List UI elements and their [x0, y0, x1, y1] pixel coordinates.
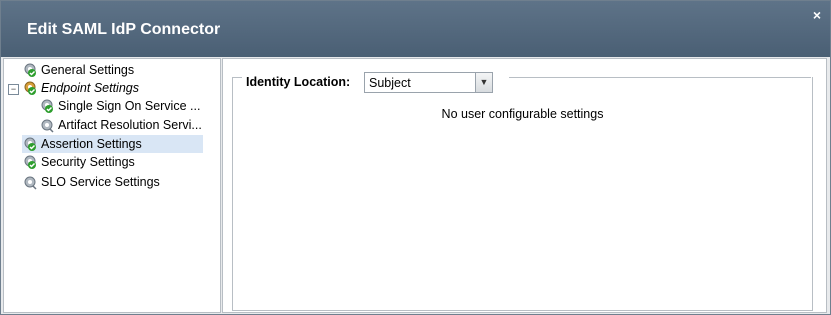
tree-item-label: Assertion Settings	[41, 137, 142, 151]
identity-location-label: Identity Location:	[246, 75, 351, 89]
tree-item-assertion-settings[interactable]: Assertion Settings	[22, 135, 203, 153]
dialog-title: Edit SAML IdP Connector	[27, 21, 221, 38]
tree-item-label: General Settings	[41, 63, 135, 77]
gear-check-icon	[24, 155, 36, 169]
gear-check-icon	[24, 137, 36, 151]
gear-icon	[41, 119, 54, 133]
chevron-down-icon[interactable]: ▼	[475, 73, 492, 92]
tree-item-label: Endpoint Settings	[41, 81, 139, 95]
tree-item-endpoint-settings[interactable]: Endpoint Settings	[22, 79, 139, 97]
gear-icon	[24, 176, 37, 190]
title-bar[interactable]: Edit SAML IdP Connector ×	[1, 1, 830, 57]
tree-item-label: Security Settings	[41, 155, 135, 169]
gear-check-icon	[24, 63, 36, 77]
tree-item-single-sign-on-service[interactable]: Single Sign On Service ...	[39, 97, 200, 115]
tree-item-slo-service-settings[interactable]: SLO Service Settings	[22, 173, 160, 191]
fieldset-top-border-left	[232, 77, 242, 78]
identity-location-value: Subject	[369, 76, 411, 90]
identity-location-select[interactable]: Subject ▼	[364, 72, 493, 93]
tree-item-label: SLO Service Settings	[41, 175, 160, 189]
tree-item-artifact-resolution-service[interactable]: Artifact Resolution Servi...	[39, 116, 202, 134]
gear-check-icon	[41, 99, 53, 113]
no-settings-message: No user configurable settings	[441, 107, 604, 121]
tree-item-label: Single Sign On Service ...	[58, 99, 201, 113]
tree-item-label: Artifact Resolution Servi...	[58, 118, 202, 132]
tree-item-security-settings[interactable]: Security Settings	[22, 153, 135, 171]
collapse-endpoint-settings-toggle[interactable]: −	[8, 84, 19, 95]
gear-check-warning-icon	[24, 81, 36, 95]
fieldset-top-border-right	[509, 77, 811, 78]
close-icon[interactable]: ×	[813, 8, 821, 22]
tree-item-general-settings[interactable]: General Settings	[22, 61, 134, 79]
